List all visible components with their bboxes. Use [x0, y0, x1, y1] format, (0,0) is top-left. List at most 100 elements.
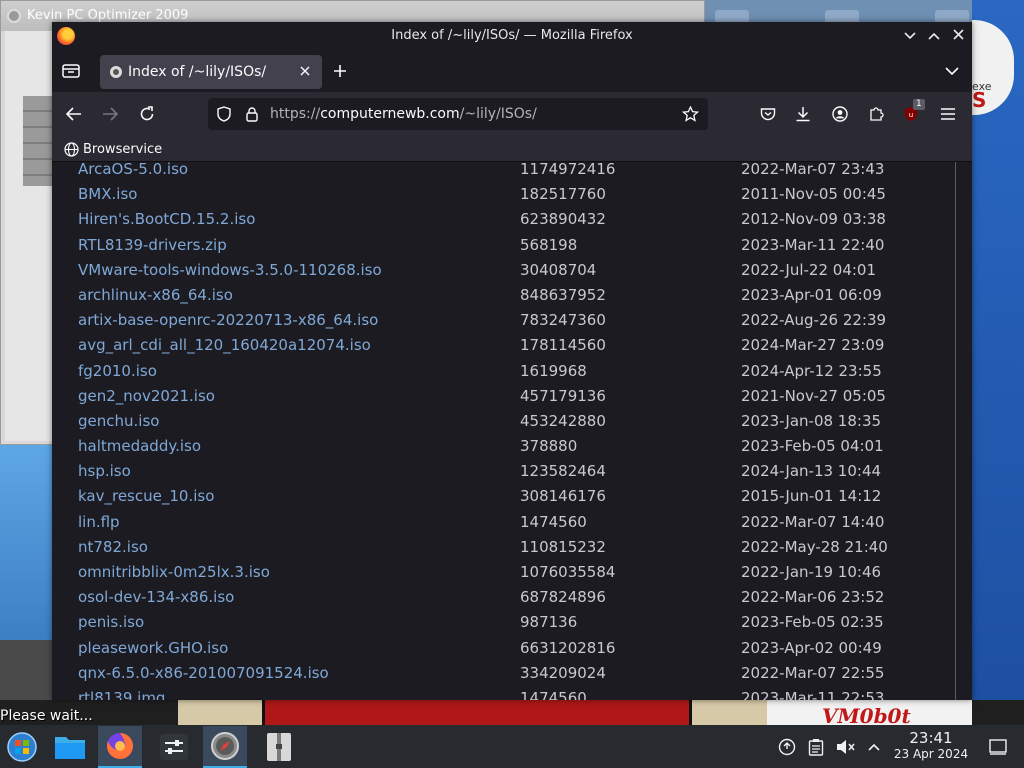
window-titlebar[interactable]: Index of /~lily/ISOs/ — Mozilla Firefox — [52, 22, 972, 50]
taskbar-firefox[interactable] — [98, 726, 142, 768]
file-date: 2022-Mar-07 14:40 — [741, 512, 885, 531]
file-row: nt782.iso 110815232 2022-May-28 21:40 — [52, 535, 952, 560]
file-link[interactable]: fg2010.iso — [78, 362, 157, 380]
file-row: genchu.iso 453242880 2023-Jan-08 18:35 — [52, 409, 952, 434]
file-link[interactable]: osol-dev-134-x86.iso — [78, 588, 234, 606]
forward-button[interactable] — [96, 100, 124, 128]
file-link[interactable]: nt782.iso — [78, 538, 148, 556]
content-border — [955, 162, 956, 700]
reload-button[interactable] — [133, 100, 161, 128]
back-button[interactable] — [60, 100, 88, 128]
minimize-button[interactable] — [900, 26, 920, 46]
file-link[interactable]: archlinux-x86_64.iso — [78, 286, 233, 304]
bookmark-browservice[interactable]: Browservice — [64, 139, 162, 159]
wallpaper-left — [0, 445, 52, 640]
volume-muted-icon — [837, 740, 855, 754]
tab-close-button[interactable] — [296, 63, 314, 81]
url-bar[interactable]: https://computernewb.com/~lily/ISOs/ — [208, 98, 708, 130]
url-text[interactable]: https://computernewb.com/~lily/ISOs/ — [270, 98, 537, 130]
file-date: 2022-Mar-06 23:52 — [741, 588, 885, 607]
file-link[interactable]: hsp.iso — [78, 462, 131, 480]
downloads-button[interactable] — [789, 100, 817, 128]
file-link[interactable]: omnitribblix-0m25lx.3.iso — [78, 563, 270, 581]
file-link[interactable]: lin.flp — [78, 513, 120, 531]
pocket-button[interactable] — [754, 100, 782, 128]
file-date: 2024-Apr-12 23:55 — [741, 361, 882, 380]
close-icon — [300, 66, 310, 76]
show-desktop-button[interactable] — [976, 726, 1020, 768]
file-row: haltmedaddy.iso 378880 2023-Feb-05 04:01 — [52, 434, 952, 459]
browservice-icon — [110, 66, 122, 78]
file-link[interactable]: pleasework.GHO.iso — [78, 639, 228, 657]
taskbar-settings[interactable] — [152, 726, 196, 768]
download-icon — [796, 107, 810, 122]
file-link[interactable]: haltmedaddy.iso — [78, 437, 201, 455]
file-date: 2024-Mar-27 23:09 — [741, 336, 885, 355]
chevron-up-icon — [868, 743, 880, 751]
file-link[interactable]: Hiren's.BootCD.15.2.iso — [78, 210, 255, 228]
file-link[interactable]: penis.iso — [78, 613, 144, 631]
shield-icon — [217, 106, 231, 122]
page-content[interactable]: ArcaOS-5.0.iso 1174972416 2022-Mar-07 23:4… — [52, 162, 972, 700]
list-all-tabs-button[interactable] — [938, 57, 966, 85]
file-link[interactable]: artix-base-openrc-20220713-x86_64.iso — [78, 311, 378, 329]
tab-bar: Index of /~lily/ISOs/ — [52, 50, 972, 92]
file-link[interactable]: qnx-6.5.0-x86-201007091524.iso — [78, 664, 329, 682]
file-date: 2021-Nov-27 05:05 — [741, 386, 886, 405]
app-menu-button[interactable] — [934, 100, 962, 128]
taskbar-archive[interactable] — [257, 726, 301, 768]
taskbar-file-manager[interactable] — [48, 726, 92, 768]
file-size: 6631202816 — [520, 638, 616, 657]
file-row: pleasework.GHO.iso 6631202816 2023-Apr-02 … — [52, 636, 952, 661]
maximize-button[interactable] — [924, 26, 944, 46]
file-link[interactable]: rtl8139.img — [78, 689, 165, 700]
ublock-button[interactable]: u 1 — [897, 99, 925, 128]
start-menu-button[interactable] — [0, 726, 44, 768]
new-tab-button[interactable] — [326, 57, 354, 85]
close-window-button[interactable] — [948, 26, 968, 46]
file-date: 2024-Jan-13 10:44 — [741, 462, 882, 481]
globe-icon — [64, 141, 79, 157]
file-size: 334209024 — [520, 663, 606, 682]
file-date: 2023-Feb-05 02:35 — [741, 613, 884, 632]
file-link[interactable]: VMware-tools-windows-3.5.0-110268.iso — [78, 261, 382, 279]
file-size: 1174972416 — [520, 162, 616, 178]
chevron-down-icon — [904, 32, 916, 40]
file-link[interactable]: kav_rescue_10.iso — [78, 487, 214, 505]
file-size: 1076035584 — [520, 563, 616, 581]
file-size: 178114560 — [520, 336, 606, 355]
svg-text:u: u — [909, 111, 913, 119]
file-link[interactable]: BMX.iso — [78, 185, 137, 203]
clock[interactable]: 23:41 23 Apr 2024 — [888, 729, 974, 761]
file-link[interactable]: gen2_nov2021.iso — [78, 387, 215, 405]
file-row: artix-base-openrc-20220713-x86_64.iso 783… — [52, 308, 952, 333]
file-link[interactable]: avg_arl_cdi_all_120_160420a12074.iso — [78, 336, 371, 354]
star-icon — [681, 106, 699, 122]
tab-active[interactable]: Index of /~lily/ISOs/ — [100, 55, 322, 89]
clock-time: 23:41 — [909, 729, 953, 747]
site-info-button[interactable] — [238, 100, 266, 128]
account-button[interactable] — [826, 100, 854, 128]
file-size: 568198 — [520, 235, 578, 254]
file-size: 123582464 — [520, 462, 606, 481]
file-link[interactable]: genchu.iso — [78, 412, 159, 430]
file-date: 2022-Jul-22 04:01 — [741, 260, 877, 279]
tray-expand-button[interactable] — [856, 726, 892, 768]
archive-icon — [267, 733, 291, 761]
window-title: Index of /~lily/ISOs/ — Mozilla Firefox — [391, 28, 633, 43]
file-row: RTL8139-drivers.zip 568198 2023-Mar-11 22:… — [52, 233, 952, 258]
folder-icon — [55, 737, 85, 759]
file-link[interactable]: ArcaOS-5.0.iso — [78, 162, 188, 178]
extensions-button[interactable] — [862, 100, 890, 128]
file-row: VMware-tools-windows-3.5.0-110268.iso 304… — [52, 258, 952, 283]
file-row: gen2_nov2021.iso 457179136 2021-Nov-27 05:… — [52, 384, 952, 409]
taskbar-optimizer[interactable] — [203, 726, 247, 768]
file-link[interactable]: RTL8139-drivers.zip — [78, 236, 227, 254]
bookmark-star-button[interactable] — [676, 100, 704, 128]
tracking-protection-button[interactable] — [210, 100, 238, 128]
file-row: avg_arl_cdi_all_120_160420a12074.iso 1781… — [52, 333, 952, 358]
wallpaper-s-text: S — [972, 88, 987, 112]
firefox-view-button[interactable] — [57, 57, 85, 85]
file-date: 2022-Mar-07 23:43 — [741, 162, 885, 178]
file-row: ArcaOS-5.0.iso 1174972416 2022-Mar-07 23:4… — [52, 162, 952, 182]
